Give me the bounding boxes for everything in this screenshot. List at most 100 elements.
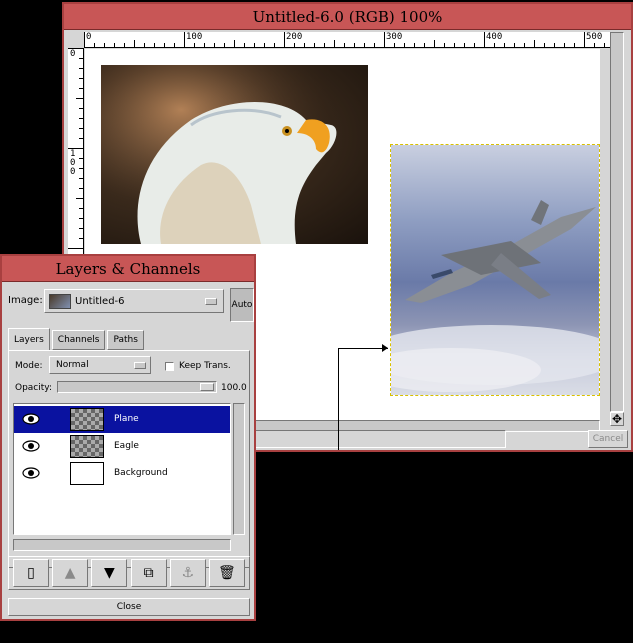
ruler-tick <box>79 118 83 119</box>
ruler-tick <box>79 218 83 219</box>
ruler-label: 0 <box>70 49 76 59</box>
eagle-head-illustration <box>101 65 368 244</box>
ruler-tick <box>424 43 425 47</box>
arrow-up-icon: ▲ <box>64 565 76 581</box>
eye-icon[interactable] <box>22 440 40 452</box>
ruler-tick <box>79 178 83 179</box>
eagle-thumbnail <box>70 435 104 458</box>
ruler-tick <box>284 32 285 47</box>
ruler-tick <box>354 43 355 47</box>
ruler-tick <box>304 43 305 47</box>
ruler-tick <box>164 43 165 47</box>
ruler-tick <box>79 78 83 79</box>
keep-trans-checkbox[interactable]: Keep Trans. <box>165 361 231 371</box>
checkbox-box[interactable] <box>165 361 174 371</box>
layer-name: Eagle <box>114 441 139 451</box>
image-thumbnail-icon <box>49 294 71 309</box>
opacity-value: 100.0 <box>221 383 247 393</box>
opacity-slider-thumb[interactable] <box>200 383 214 391</box>
ruler-tick <box>79 238 83 239</box>
ruler-tick <box>594 43 595 47</box>
callout-arrow-icon <box>382 344 388 352</box>
page-icon: ▯ <box>27 565 35 581</box>
ruler-label: 400 <box>486 32 503 42</box>
ruler-tick <box>79 228 83 229</box>
tab-channels[interactable]: Channels <box>51 330 106 350</box>
ruler-tick <box>194 43 195 47</box>
ruler-tick <box>314 43 315 47</box>
eye-icon[interactable] <box>22 467 40 479</box>
ruler-tick <box>79 128 83 129</box>
cancel-button[interactable]: Cancel <box>588 430 628 448</box>
ruler-tick <box>84 32 85 47</box>
auto-button[interactable]: Auto <box>230 288 254 322</box>
navigate-icon[interactable]: ✥ <box>610 412 624 426</box>
image-window-title[interactable]: Untitled-6.0 (RGB) 100% <box>64 4 631 30</box>
layer-list-vertical-scrollbar[interactable] <box>233 403 245 535</box>
ruler-tick <box>68 248 83 249</box>
ruler-tick <box>544 43 545 47</box>
ruler-label: 0 <box>86 32 92 42</box>
ruler-tick <box>494 43 495 47</box>
ruler-tick <box>79 58 83 59</box>
tab-paths[interactable]: Paths <box>107 330 144 350</box>
mode-select[interactable]: Normal <box>49 356 151 374</box>
lower-layer-button[interactable]: ▼ <box>91 559 128 587</box>
layer-row-background[interactable]: Background <box>14 460 230 487</box>
ruler-tick <box>124 43 125 47</box>
opacity-slider[interactable] <box>57 381 217 393</box>
ruler-tick <box>444 43 445 47</box>
new-layer-button[interactable]: ▯ <box>13 559 49 587</box>
duplicate-icon: ⧉ <box>143 565 154 581</box>
layer-button-bar: ▯ ▲ ▼ ⧉ ⚓ 🗑 <box>8 556 250 590</box>
callout-line <box>338 348 339 450</box>
ruler-tick <box>79 208 83 209</box>
layers-panel: Mode: Normal Keep Trans. Opacity: 100.0 … <box>8 350 250 568</box>
dropdown-indicator-icon <box>205 298 217 305</box>
anchor-layer-button[interactable]: ⚓ <box>169 559 206 587</box>
layer-list[interactable]: Plane Eagle Background <box>13 403 231 535</box>
ruler-tick <box>204 43 205 47</box>
ruler-tick <box>294 43 295 47</box>
background-thumbnail <box>70 462 104 485</box>
duplicate-layer-button[interactable]: ⧉ <box>130 559 167 587</box>
ruler-tick <box>344 43 345 47</box>
ruler-tick <box>174 43 175 47</box>
eye-icon[interactable] <box>22 413 40 425</box>
ruler-tick <box>79 138 83 139</box>
ruler-tick <box>274 43 275 47</box>
ruler-tick <box>434 40 435 47</box>
ruler-tick <box>264 43 265 47</box>
opacity-label: Opacity: <box>15 383 52 393</box>
ruler-tick <box>504 43 505 47</box>
eagle-layer-image <box>101 65 368 244</box>
ruler-tick <box>484 32 485 47</box>
ruler-tick <box>244 43 245 47</box>
layer-list-horizontal-scrollbar[interactable] <box>13 539 231 551</box>
ruler-tick <box>94 43 95 47</box>
arrow-down-icon: ▼ <box>103 565 115 581</box>
anchor-icon: ⚓ <box>181 565 195 581</box>
horizontal-ruler[interactable]: 0 100 200 300 400 500 <box>84 32 610 48</box>
tab-layers[interactable]: Layers <box>8 328 50 350</box>
layer-name: Plane <box>114 414 139 424</box>
delete-layer-button[interactable]: 🗑 <box>208 559 245 587</box>
ruler-tick <box>234 40 235 47</box>
layer-row-eagle[interactable]: Eagle <box>14 433 230 460</box>
ruler-tick <box>114 43 115 47</box>
mode-label: Mode: <box>15 361 43 371</box>
layers-dialog-title[interactable]: Layers & Channels <box>2 256 254 282</box>
ruler-tick <box>394 43 395 47</box>
ruler-tick <box>334 40 335 47</box>
ruler-tick <box>364 43 365 47</box>
image-select[interactable]: Untitled-6 <box>44 289 224 313</box>
ruler-tick <box>214 43 215 47</box>
layers-channels-dialog: Layers & Channels Image: Untitled-6 Auto… <box>0 254 256 621</box>
callout-line <box>338 348 388 349</box>
ruler-tick <box>534 40 535 47</box>
ruler-tick <box>374 43 375 47</box>
close-button[interactable]: Close <box>8 598 250 616</box>
vertical-scrollbar[interactable] <box>610 32 624 412</box>
raise-layer-button[interactable]: ▲ <box>52 559 89 587</box>
layer-row-plane[interactable]: Plane <box>14 406 230 433</box>
